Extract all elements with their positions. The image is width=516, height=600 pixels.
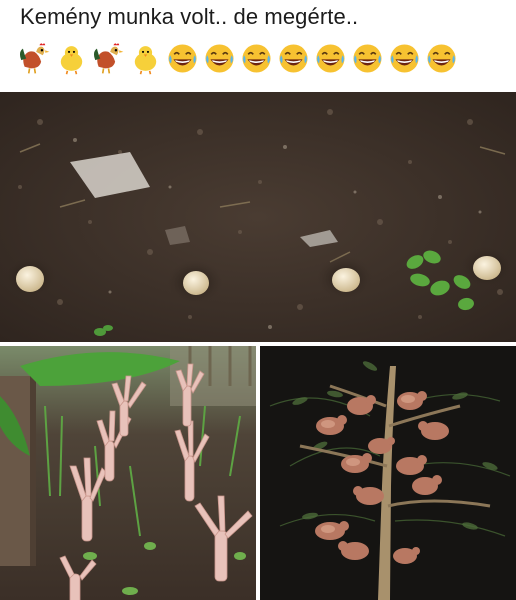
laughing-face-icon [316,43,345,73]
egg [183,271,209,295]
post-caption: Kemény munka volt.. de megérte.. [0,0,516,92]
laughing-face-icon [353,43,382,73]
emoji-row [18,38,458,78]
laughing-face-icon [279,43,308,73]
laughing-face-icon [390,43,419,73]
photo-chicken-feet-sprouting [0,346,256,600]
photo-chicken-tree [260,346,516,600]
laughing-face-icon [427,43,456,73]
caption-text: Kemény munka volt.. de megérte.. [20,4,359,29]
laughing-face-icon [205,43,234,73]
photo-eggs-in-soil [0,92,516,342]
rooster-icon [93,42,124,73]
egg [473,256,501,280]
egg [332,268,360,292]
chick-icon [60,45,83,74]
laughing-face-icon [242,43,271,73]
chick-icon [134,45,157,74]
egg [16,266,44,292]
rooster-icon [19,42,50,73]
laughing-face-icon [168,43,197,73]
